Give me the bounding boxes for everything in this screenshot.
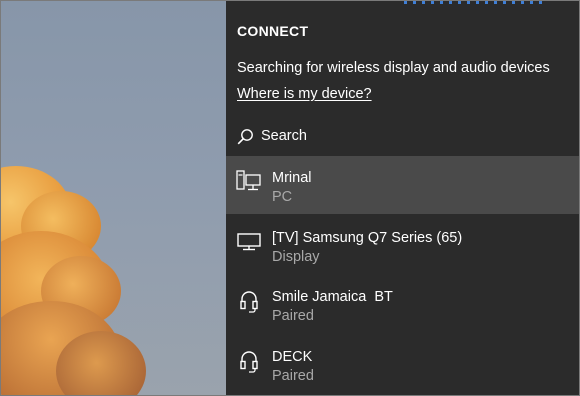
search-button[interactable]: Search bbox=[237, 125, 307, 147]
connect-flyout: CONNECT Searching for wireless display a… bbox=[226, 1, 579, 395]
device-item-deck[interactable]: DECK Paired bbox=[226, 335, 579, 393]
desktop-wallpaper bbox=[1, 1, 226, 395]
device-type: PC bbox=[272, 189, 293, 205]
panel-title: CONNECT bbox=[237, 23, 309, 39]
device-status: Paired bbox=[272, 308, 314, 324]
device-name: Smile Jamaica BT bbox=[272, 289, 393, 305]
device-item-mrinal[interactable]: Mrinal PC bbox=[226, 156, 579, 214]
device-type: Display bbox=[272, 249, 320, 265]
headset-icon bbox=[239, 290, 259, 319]
screen: CONNECT Searching for wireless display a… bbox=[0, 0, 580, 396]
headset-icon bbox=[239, 350, 259, 379]
search-status-text: Searching for wireless display and audio… bbox=[237, 60, 550, 76]
device-item-smile-jamaica[interactable]: Smile Jamaica BT Paired bbox=[226, 275, 579, 333]
device-name: [TV] Samsung Q7 Series (65) bbox=[272, 230, 463, 246]
device-name: DECK bbox=[272, 349, 313, 365]
where-is-my-device-link[interactable]: Where is my device? bbox=[237, 86, 372, 102]
progress-dots bbox=[404, 1, 554, 5]
search-label: Search bbox=[261, 128, 307, 144]
display-icon bbox=[237, 233, 261, 256]
pc-icon bbox=[236, 170, 262, 197]
search-icon bbox=[237, 128, 254, 145]
device-status: Paired bbox=[272, 368, 314, 384]
device-item-samsung-tv[interactable]: [TV] Samsung Q7 Series (65) Display bbox=[226, 216, 579, 274]
device-name: Mrinal bbox=[272, 170, 312, 186]
